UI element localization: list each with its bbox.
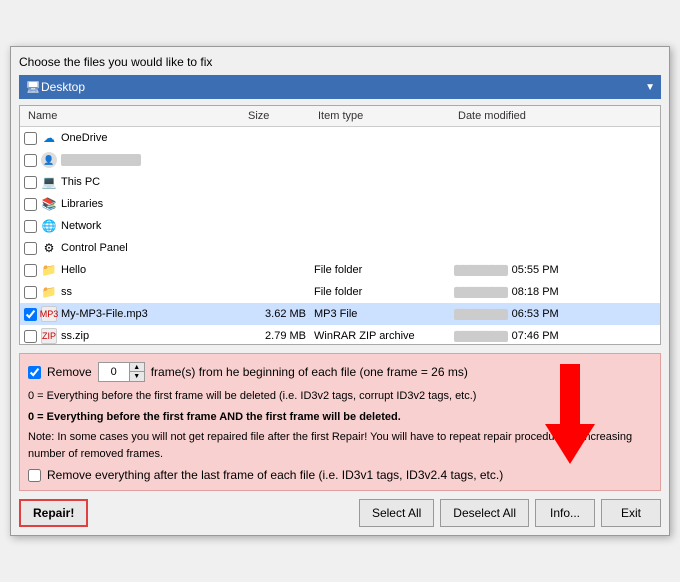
info-button[interactable]: Info... (535, 499, 595, 527)
date-time: 05:55 PM (512, 264, 559, 276)
spinner-down-button[interactable]: ▼ (130, 372, 144, 381)
remove-after-label: Remove everything after the last frame o… (47, 468, 503, 482)
file-type: File folder (314, 264, 454, 276)
file-size: 2.79 MB (244, 330, 314, 342)
file-name: Hello (61, 264, 86, 276)
file-name: ss.zip (61, 330, 89, 342)
file-date: ░░░░░░░ 08:18 PM (454, 286, 604, 298)
table-row: 💻 This PC (20, 171, 660, 193)
select-all-button[interactable]: Select All (359, 499, 434, 527)
file-checkbox-controlpanel[interactable] (24, 242, 37, 255)
file-checkbox-user[interactable] (24, 154, 37, 167)
table-row: 📁 Hello File folder ░░░░░░░ 05:55 PM (20, 259, 660, 281)
folder-icon: 📁 (41, 284, 57, 300)
table-row: 👤 (20, 149, 660, 171)
file-checkbox-ss[interactable] (24, 286, 37, 299)
remove-label: Remove (47, 365, 92, 379)
zip-icon: ZIP (41, 328, 57, 344)
remove-after-row: Remove everything after the last frame o… (28, 468, 652, 482)
file-name: Control Panel (61, 242, 128, 254)
mp3-icon: MP3 (41, 306, 57, 322)
file-checkbox-mp3[interactable] (24, 308, 37, 321)
file-checkbox-libraries[interactable] (24, 198, 37, 211)
button-bar: Repair! Select All Deselect All Info... … (19, 499, 661, 527)
file-date: ░░░░░░░ 06:53 PM (454, 308, 604, 320)
table-row: 🌐 Network (20, 215, 660, 237)
file-date: ░░░░░░░ 07:46 PM (454, 330, 604, 342)
date-blurred: ░░░░░░░ (454, 287, 508, 298)
table-row: 📁 ss File folder ░░░░░░░ 08:18 PM (20, 281, 660, 303)
library-icon: 📚 (41, 196, 57, 212)
frame-spinner[interactable]: ▲ ▼ (98, 362, 145, 382)
onedrive-icon: ☁ (41, 130, 57, 146)
file-name: ss (61, 286, 72, 298)
file-checkbox-hello[interactable] (24, 264, 37, 277)
path-bar[interactable]: 🖥 Desktop ▼ (19, 75, 661, 99)
file-date: ░░░░░░░ 05:55 PM (454, 264, 604, 276)
file-checkbox-zip[interactable] (24, 330, 37, 343)
file-name: Libraries (61, 198, 103, 210)
file-checkbox-thispc[interactable] (24, 176, 37, 189)
path-text: Desktop (41, 80, 645, 94)
network-icon: 🌐 (41, 218, 57, 234)
file-type: File folder (314, 286, 454, 298)
table-row: ZIP ss.zip 2.79 MB WinRAR ZIP archive ░░… (20, 325, 660, 345)
frame-value-input[interactable] (99, 363, 129, 381)
main-dialog: Choose the files you would like to fix 🖥… (10, 46, 670, 536)
date-blurred: ░░░░░░░ (454, 265, 508, 276)
file-checkbox-onedrive[interactable] (24, 132, 37, 145)
repair-button[interactable]: Repair! (19, 499, 88, 527)
date-time: 08:18 PM (512, 286, 559, 298)
file-checkbox-network[interactable] (24, 220, 37, 233)
column-size: Size (244, 108, 314, 124)
spinner-buttons: ▲ ▼ (129, 363, 144, 381)
controlpanel-icon: ⚙ (41, 240, 57, 256)
bottom-section: Remove ▲ ▼ frame(s) from he beginning of… (19, 353, 661, 491)
date-blurred: ░░░░░░░ (454, 331, 508, 342)
file-type: MP3 File (314, 308, 454, 320)
deselect-all-button[interactable]: Deselect All (440, 499, 529, 527)
table-row: ⚙ Control Panel (20, 237, 660, 259)
file-list-header: Name Size Item type Date modified (20, 106, 660, 127)
remove-checkbox[interactable] (28, 366, 41, 379)
folder-icon: 📁 (41, 262, 57, 278)
path-dropdown-arrow[interactable]: ▼ (645, 82, 655, 93)
file-name: Network (61, 220, 101, 232)
exit-button[interactable]: Exit (601, 499, 661, 527)
file-name-blurred (61, 154, 141, 166)
table-row: 📚 Libraries (20, 193, 660, 215)
date-time: 06:53 PM (512, 308, 559, 320)
dialog-title: Choose the files you would like to fix (19, 55, 661, 69)
date-time: 07:46 PM (512, 330, 559, 342)
column-name: Name (24, 108, 244, 124)
table-row: ☁ OneDrive (20, 127, 660, 149)
user-icon: 👤 (41, 152, 57, 168)
spinner-up-button[interactable]: ▲ (130, 363, 144, 372)
remove-after-checkbox[interactable] (28, 469, 41, 482)
remove-description: frame(s) from he beginning of each file … (151, 365, 468, 379)
file-name: This PC (61, 176, 100, 188)
pc-icon: 💻 (41, 174, 57, 190)
down-arrow-svg (540, 364, 600, 464)
column-item-type: Item type (314, 108, 454, 124)
date-blurred: ░░░░░░░ (454, 309, 508, 320)
path-icon: 🖥 (25, 79, 41, 95)
file-list-container: Name Size Item type Date modified ☁ OneD… (19, 105, 661, 345)
table-row: MP3 My-MP3-File.mp3 3.62 MB MP3 File ░░░… (20, 303, 660, 325)
file-name: My-MP3-File.mp3 (61, 308, 148, 320)
column-date-modified: Date modified (454, 108, 604, 124)
file-type: WinRAR ZIP archive (314, 330, 454, 342)
file-name: OneDrive (61, 132, 107, 144)
arrow-decoration (540, 364, 600, 467)
file-size: 3.62 MB (244, 308, 314, 320)
